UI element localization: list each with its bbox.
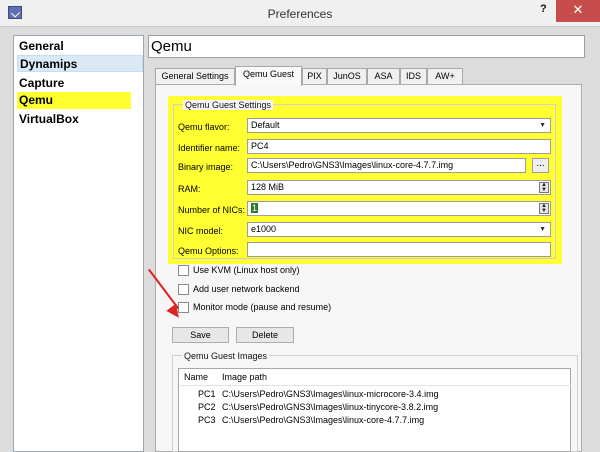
nics-label: Number of NICs: xyxy=(178,205,246,215)
tab-qemu-guest[interactable]: Qemu Guest xyxy=(235,66,302,86)
sidebar-item-capture[interactable]: Capture xyxy=(17,75,143,92)
guest-settings-title: Qemu Guest Settings xyxy=(183,100,274,110)
image-row[interactable]: PC2 C:\Users\Pedro\GNS3\Images\linux-tin… xyxy=(180,402,571,415)
window-title: Preferences xyxy=(267,7,333,21)
nics-spin-arrows-icon[interactable]: ▲ ▼ xyxy=(539,203,549,214)
sidebar-item-general[interactable]: General xyxy=(17,38,143,55)
binary-image-input[interactable]: C:\Users\Pedro\GNS3\Images\linux-core-4.… xyxy=(247,158,526,173)
identifier-input[interactable]: PC4 xyxy=(247,139,551,154)
use-kvm-label: Use KVM (Linux host only) xyxy=(193,265,300,275)
sidebar-item-qemu[interactable]: Qemu xyxy=(17,92,131,109)
image-row[interactable]: PC3 C:\Users\Pedro\GNS3\Images\linux-cor… xyxy=(180,415,571,428)
close-button[interactable]: ✕ xyxy=(556,0,600,22)
image-path: C:\Users\Pedro\GNS3\Images\linux-core-4.… xyxy=(222,415,425,425)
help-button[interactable]: ? xyxy=(540,3,552,17)
qemu-flavor-select[interactable]: Default xyxy=(247,118,551,133)
image-path: C:\Users\Pedro\GNS3\Images\linux-tinycor… xyxy=(222,402,439,412)
browse-image-button[interactable]: ... xyxy=(532,158,549,173)
preferences-sidebar: General Dynamips Capture Qemu VirtualBox xyxy=(13,35,144,452)
image-name: PC1 xyxy=(198,389,216,399)
save-button[interactable]: Save xyxy=(172,327,229,343)
guest-images-title: Qemu Guest Images xyxy=(182,351,270,361)
user-network-label: Add user network backend xyxy=(193,284,300,294)
image-name: PC2 xyxy=(198,402,216,412)
page-title: Qemu xyxy=(148,35,585,58)
nic-model-select[interactable]: e1000 xyxy=(247,222,551,237)
sidebar-item-virtualbox[interactable]: VirtualBox xyxy=(17,111,143,128)
ram-value: 128 MiB xyxy=(251,182,285,192)
title-bar: Preferences ? ✕ xyxy=(0,0,600,27)
ram-label: RAM: xyxy=(178,184,201,194)
nic-model-label: NIC model: xyxy=(178,226,224,236)
qemu-flavor-label: Qemu flavor: xyxy=(178,122,230,132)
tab-general-settings[interactable]: General Settings xyxy=(155,68,235,84)
qemu-options-label: Qemu Options: xyxy=(178,246,239,256)
delete-button[interactable]: Delete xyxy=(236,327,294,343)
image-path: C:\Users\Pedro\GNS3\Images\linux-microco… xyxy=(222,389,439,399)
tab-ids[interactable]: IDS xyxy=(400,68,427,84)
guest-images-list[interactable]: Name Image path PC1 C:\Users\Pedro\GNS3\… xyxy=(178,368,571,452)
nics-spinbox[interactable]: 1 ▲ ▼ xyxy=(247,201,551,216)
use-kvm-checkbox[interactable] xyxy=(178,265,189,276)
ram-spin-arrows-icon[interactable]: ▲ ▼ xyxy=(539,182,549,193)
path-column-header[interactable]: Image path xyxy=(222,372,267,382)
name-column-header[interactable]: Name xyxy=(184,372,208,382)
nics-value: 1 xyxy=(251,203,259,213)
tab-pix[interactable]: PIX xyxy=(302,68,327,84)
monitor-mode-label: Monitor mode (pause and resume) xyxy=(193,302,332,312)
tab-junos[interactable]: JunOS xyxy=(327,68,367,84)
binary-image-label: Binary image: xyxy=(178,162,234,172)
tab-aw-plus[interactable]: AW+ xyxy=(427,68,463,84)
image-row[interactable]: PC1 C:\Users\Pedro\GNS3\Images\linux-mic… xyxy=(180,389,571,402)
sidebar-item-dynamips[interactable]: Dynamips xyxy=(17,55,143,72)
tab-asa[interactable]: ASA xyxy=(367,68,400,84)
user-network-checkbox[interactable] xyxy=(178,284,189,295)
images-list-header: Name Image path xyxy=(180,370,571,386)
identifier-label: Identifier name: xyxy=(178,143,241,153)
qemu-options-input[interactable] xyxy=(247,242,551,257)
image-name: PC3 xyxy=(198,415,216,425)
preferences-window: Preferences ? ✕ General Dynamips Capture… xyxy=(0,0,600,452)
ram-spinbox[interactable]: 128 MiB ▲ ▼ xyxy=(247,180,551,195)
